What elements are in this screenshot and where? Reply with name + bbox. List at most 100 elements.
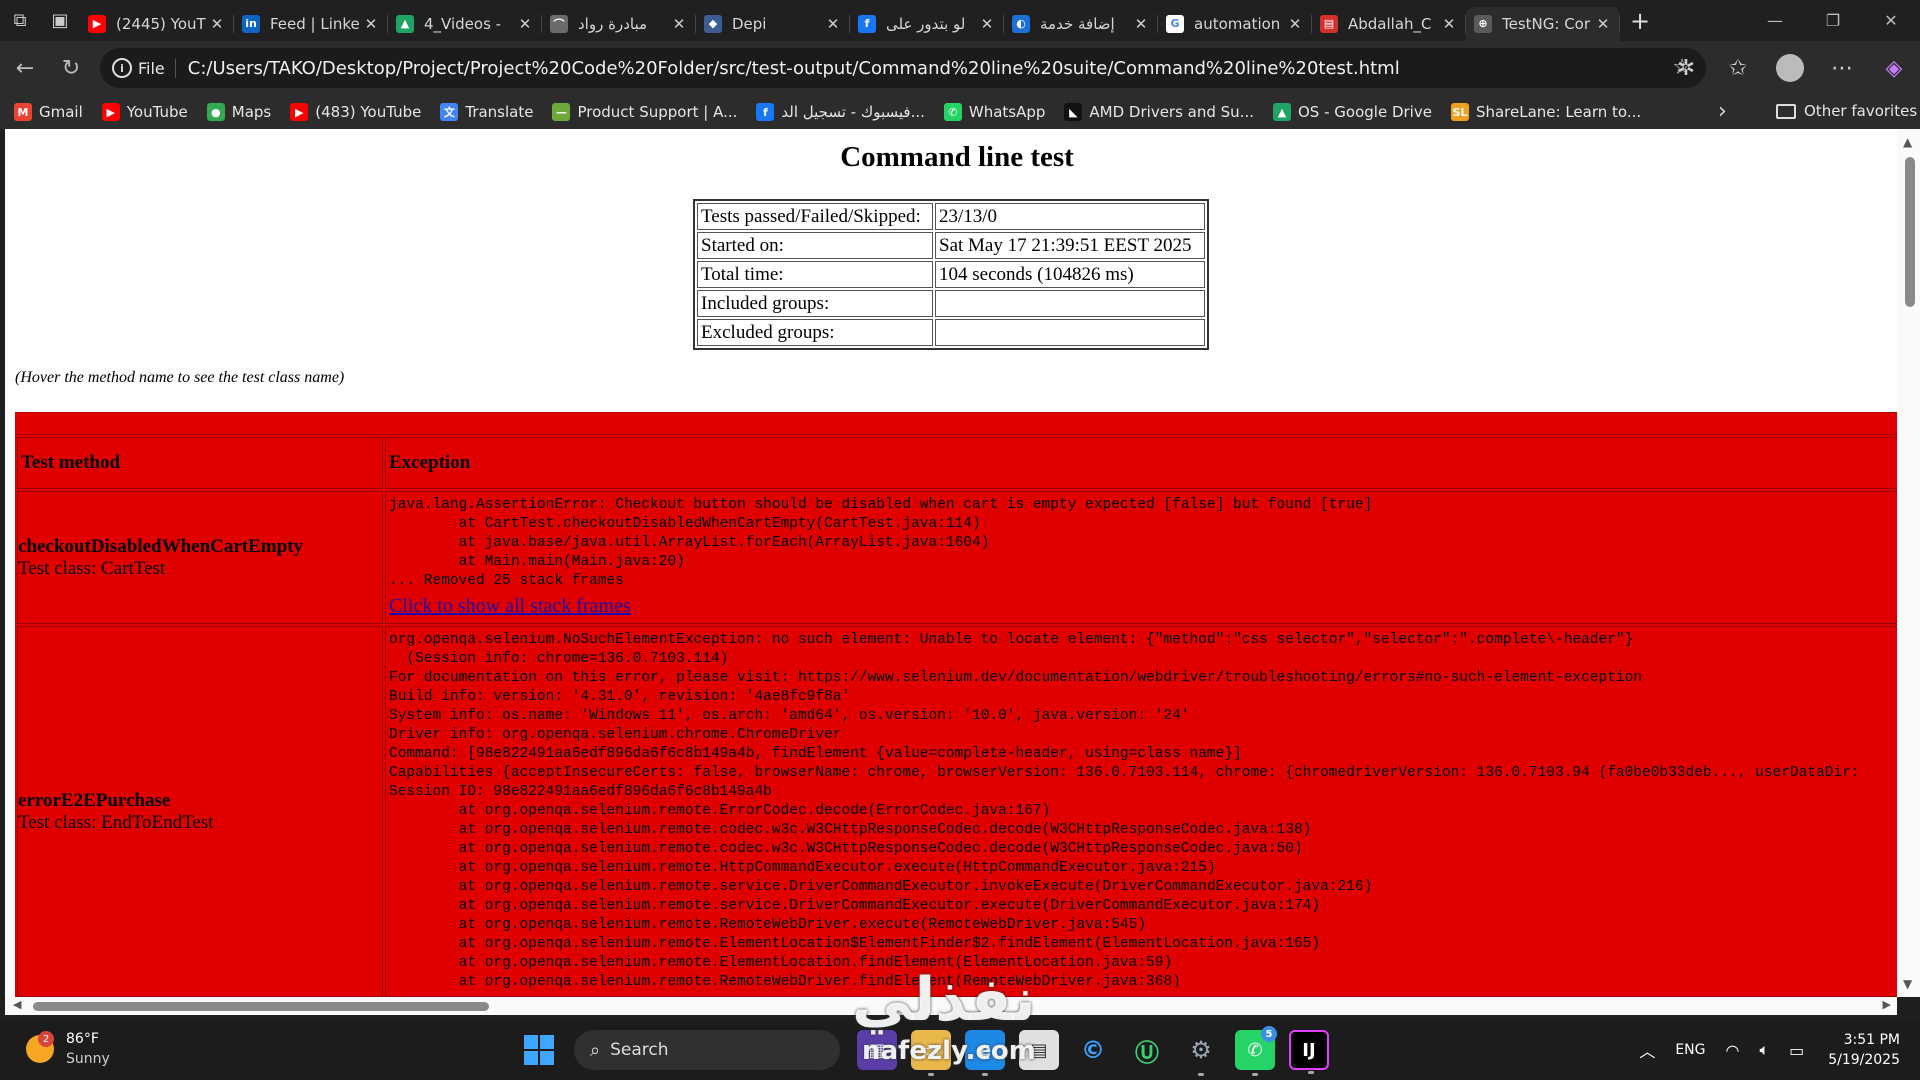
tab-title: 4_Videos - xyxy=(424,14,502,33)
volume-icon[interactable]: 🔈︎ xyxy=(1759,1040,1769,1060)
test-method-name[interactable]: checkoutDisabledWhenCartEmpty xyxy=(18,536,382,558)
restore-icon[interactable]: ❐ xyxy=(1804,0,1862,41)
favorite-item[interactable]: ✆ WhatsApp xyxy=(943,103,1045,121)
favorites-bar: M Gmail ▶ YouTube ● Maps ▶ (483) YouTube 文 Transl… xyxy=(0,95,1920,129)
browser-tab[interactable]: ▤ Abdallah_C ✕ xyxy=(1312,7,1466,41)
browser-tab[interactable]: ◐ إضافة خدمة ✕ xyxy=(1004,7,1158,41)
chevron-right-icon[interactable]: › xyxy=(1718,99,1727,124)
failure-row: checkoutDisabledWhenCartEmpty Test class:… xyxy=(17,491,1897,624)
close-tab-icon[interactable]: ✕ xyxy=(670,15,688,33)
scroll-right-icon[interactable]: ▶ xyxy=(1883,998,1891,1011)
tab-strip: ⧉ ▣ ▶ (2445) YouT ✕ in Feed | Linke ✕ ▲ 4_Video… xyxy=(0,0,1920,41)
upwork-icon[interactable]: Ⓤ xyxy=(1127,1030,1167,1070)
summary-value: Sat May 17 21:39:51 EEST 2025 xyxy=(935,232,1205,259)
close-tab-icon[interactable]: ✕ xyxy=(1440,15,1458,33)
scroll-left-icon[interactable]: ◀ xyxy=(13,998,21,1011)
whatsapp-taskbar-icon[interactable]: ✆ 5 xyxy=(1235,1026,1277,1076)
favorite-item[interactable]: ▶ YouTube xyxy=(101,103,188,121)
favorites-list: M Gmail ▶ YouTube ● Maps ▶ (483) YouTube 文 Transl… xyxy=(14,103,1660,121)
minimize-icon[interactable]: — xyxy=(1746,0,1804,41)
new-tab-button[interactable]: + xyxy=(1620,7,1660,35)
profile-avatar[interactable] xyxy=(1776,54,1804,82)
favorites-icon[interactable]: ✩ xyxy=(1712,56,1764,81)
url-text[interactable]: C:/Users/TAKO/Desktop/Project/Project%20… xyxy=(188,58,1400,79)
summary-row: Tests passed/Failed/Skipped: 23/13/0 xyxy=(697,203,1205,230)
scroll-up-icon[interactable]: ▲ xyxy=(1903,135,1912,149)
vertical-scroll-thumb[interactable] xyxy=(1905,157,1915,307)
favorite-label: AMD Drivers and Su... xyxy=(1089,103,1254,121)
vertical-scrollbar[interactable]: ▲ ▼ xyxy=(1897,129,1920,997)
browser-tab[interactable]: ⌒ مبادرة رواد ✕ xyxy=(542,7,696,41)
windows-start-icon[interactable] xyxy=(524,1035,554,1065)
hover-note: (Hover the method name to see the test c… xyxy=(15,369,345,386)
close-tab-icon[interactable]: ✕ xyxy=(1286,15,1304,33)
browser-tab[interactable]: ◆ Depi ✕ xyxy=(696,7,850,41)
favorite-item[interactable]: — Product Support | A... xyxy=(552,103,737,121)
browser-tab[interactable]: in Feed | Linke ✕ xyxy=(234,7,388,41)
favorite-label: Product Support | A... xyxy=(577,103,738,121)
close-tab-icon[interactable]: ✕ xyxy=(978,15,996,33)
intellij-icon[interactable]: IJ xyxy=(1289,1030,1329,1074)
header-exception: Exception xyxy=(385,437,1897,489)
youtube-icon: ▶ xyxy=(101,103,120,121)
amd-icon: ◣ xyxy=(1064,103,1083,121)
battery-icon[interactable]: ▭ xyxy=(1789,1041,1804,1060)
sharelane-icon: SL xyxy=(1450,103,1469,121)
browser-tab[interactable]: Gautomation ✕ xyxy=(1158,7,1312,41)
info-icon[interactable]: i xyxy=(112,58,132,78)
favorite-item[interactable]: ▲ OS - Google Drive xyxy=(1273,103,1432,121)
other-favorites[interactable]: Other favorites xyxy=(1776,102,1917,120)
tab-title: Abdallah_C xyxy=(1348,14,1432,33)
favorite-label: Translate xyxy=(465,103,534,121)
workspaces-icon[interactable]: ⧉ xyxy=(0,0,40,41)
failure-row: errorE2EPurchase Test class: EndToEndTest… xyxy=(17,626,1897,997)
close-tab-icon[interactable]: ✕ xyxy=(516,15,534,33)
browser-tab[interactable]: ▲ 4_Videos - ✕ xyxy=(388,7,542,41)
copilot-icon[interactable]: ◈ xyxy=(1868,56,1920,81)
back-icon[interactable]: ← xyxy=(2,56,48,81)
chevron-up-icon[interactable]: ︿ xyxy=(1639,1038,1655,1062)
favorite-item[interactable]: ▶ (483) YouTube xyxy=(290,103,421,121)
show-stack-frames-link[interactable]: Click to show all stack frames xyxy=(389,596,631,616)
close-tab-icon[interactable]: ✕ xyxy=(208,15,226,33)
wifi-icon[interactable]: ◠ xyxy=(1726,1041,1740,1060)
favorite-label: (483) YouTube xyxy=(315,103,422,121)
browser-tab[interactable]: f لو بتدور على ✕ xyxy=(850,7,1004,41)
sun-icon: 2 xyxy=(26,1031,54,1063)
weather-widget[interactable]: 2 86°F Sunny xyxy=(26,1029,110,1069)
browser-tab[interactable]: ▶ (2445) YouT ✕ xyxy=(80,7,234,41)
scroll-down-icon[interactable]: ▼ xyxy=(1903,977,1912,991)
favorite-item[interactable]: SL ShareLane: Learn to... xyxy=(1450,103,1641,121)
close-window-icon[interactable]: ✕ xyxy=(1862,0,1920,41)
more-menu-icon[interactable]: ⋯ xyxy=(1816,56,1868,81)
service-icon: ◐ xyxy=(1012,14,1030,33)
refresh-icon[interactable]: ↻ xyxy=(48,56,94,81)
close-tab-icon[interactable]: ✕ xyxy=(824,15,842,33)
favorite-item[interactable]: ● Maps xyxy=(206,103,271,121)
test-method-name[interactable]: errorE2EPurchase xyxy=(18,790,382,812)
linkedin-icon: in xyxy=(242,14,260,33)
address-bar[interactable]: i File C:/Users/TAKO/Desktop/Project/Pro… xyxy=(100,48,1706,88)
browser-toolbar: ← ↻ i File C:/Users/TAKO/Desktop/Project… xyxy=(0,41,1920,95)
browser-tab[interactable]: ⊕ TestNG: Cor ✕ xyxy=(1466,6,1620,41)
clock[interactable]: 3:51 PM 5/19/2025 xyxy=(1828,1030,1900,1070)
extensions-icon[interactable]: ✲ xyxy=(1660,56,1712,81)
favorite-item[interactable]: ◣ AMD Drivers and Su... xyxy=(1064,103,1254,121)
whatsapp-badge: 5 xyxy=(1261,1026,1277,1042)
tab-title: automation xyxy=(1194,14,1281,33)
cursor-app-icon[interactable]: © xyxy=(1073,1030,1113,1070)
close-tab-icon[interactable]: ✕ xyxy=(1132,15,1150,33)
weather-badge: 2 xyxy=(38,1031,54,1047)
favorite-item[interactable]: 文 Translate xyxy=(440,103,533,121)
pdf-icon: ▤ xyxy=(1320,14,1338,33)
favorite-item[interactable]: M Gmail xyxy=(14,103,83,121)
horizontal-scroll-thumb[interactable] xyxy=(33,1002,489,1011)
close-tab-icon[interactable]: ✕ xyxy=(1594,15,1612,33)
close-tab-icon[interactable]: ✕ xyxy=(362,15,380,33)
favorite-item[interactable]: f فيسبوك - تسجيل الد... xyxy=(756,103,925,121)
taskbar-search[interactable]: ⌕ Search xyxy=(574,1030,840,1070)
settings-gear-icon[interactable]: ⚙ xyxy=(1181,1030,1221,1076)
tab-title: لو بتدور على xyxy=(886,14,966,33)
vertical-tabs-icon[interactable]: ▣ xyxy=(40,0,80,41)
language-indicator[interactable]: ENG xyxy=(1675,1042,1705,1058)
